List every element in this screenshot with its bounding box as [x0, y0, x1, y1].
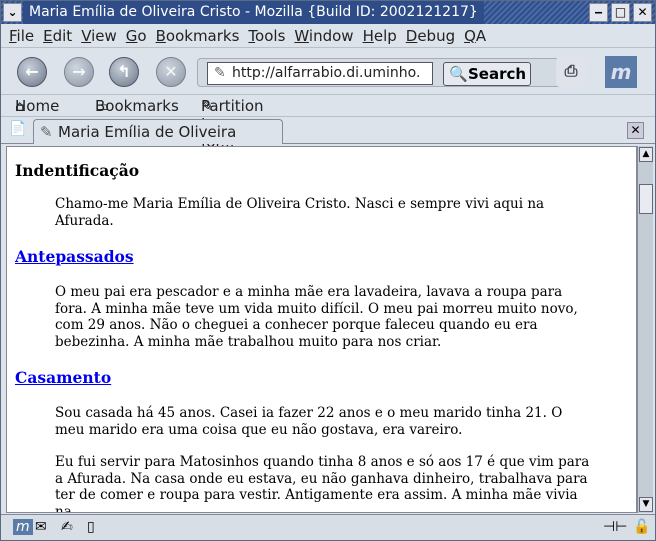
menu-bar: File Edit View Go Bookmarks Tools Window… [1, 24, 655, 48]
page-content: Indentificação Chamo-me Maria Emília de … [6, 146, 637, 513]
heading-antepassados: Antepassados [15, 247, 636, 266]
paragraph: Chamo-me Maria Emília de Oliveira Cristo… [55, 196, 545, 229]
mozilla-logo-icon[interactable]: m [605, 56, 637, 88]
menu-go[interactable]: Go [126, 27, 147, 45]
menu-edit[interactable]: Edit [43, 27, 72, 45]
print-icon[interactable]: ⎙ [556, 57, 586, 87]
menu-view[interactable]: View [81, 27, 117, 45]
personal-toolbar: ⌂ Home ▭Bookmarks ✎ Partition Image for.… [1, 95, 655, 151]
stop-button[interactable]: ✕ [156, 57, 186, 87]
tab-bar: 📄 ✎Maria Emília de Oliveira Cristo ✕ [1, 117, 655, 165]
minimize-button[interactable]: ‒ [589, 3, 608, 22]
search-label: Search [468, 65, 527, 83]
menu-help[interactable]: Help [363, 27, 397, 45]
paragraph: Eu fui servir para Matosinhos quando tin… [55, 454, 590, 513]
maximize-button[interactable]: □ [611, 3, 630, 22]
mail-icon[interactable]: ✉ [35, 519, 47, 535]
paragraph: Sou casada há 45 anos. Casei ia fazer 22… [55, 405, 563, 438]
search-icon: 🔍 [449, 65, 468, 83]
menu-qa[interactable]: QA [464, 27, 486, 45]
reload-button[interactable]: ↰ [109, 57, 139, 87]
url-text: http://alfarrabio.di.uminho. [232, 65, 421, 81]
new-tab-icon[interactable]: 📄 [9, 121, 26, 137]
vertical-scrollbar[interactable]: ▲ ▼ [637, 146, 653, 513]
url-input[interactable]: http://alfarrabio.di.uminho. ✎ [207, 62, 433, 85]
page-icon: ✎ [40, 123, 53, 141]
tab-active[interactable]: ✎Maria Emília de Oliveira Cristo [33, 119, 283, 165]
bookmarks-label: Bookmarks [95, 97, 179, 115]
navigator-icon[interactable]: m [13, 519, 33, 535]
security-lock-icon: 🔓 [633, 519, 651, 535]
menu-tools[interactable]: Tools [248, 27, 285, 45]
window-title: Maria Emília de Oliveira Cristo - Mozill… [23, 1, 484, 24]
close-button[interactable]: ✕ [633, 3, 652, 22]
link-antepassados[interactable]: Antepassados [15, 247, 134, 266]
window-menu-button[interactable]: ⌄ [3, 3, 22, 22]
forward-button[interactable]: → [64, 57, 94, 87]
back-button[interactable]: ← [17, 57, 47, 87]
paragraph: O meu pai era pescador e a minha mãe era… [55, 284, 578, 350]
heading-identificacao: Indentificação [15, 161, 140, 180]
browser-window: ⌄ Maria Emília de Oliveira Cristo - Mozi… [0, 0, 656, 541]
title-bar: ⌄ Maria Emília de Oliveira Cristo - Mozi… [1, 1, 655, 24]
scroll-down-button[interactable]: ▼ [639, 497, 653, 512]
close-tab-button[interactable]: ✕ [627, 122, 644, 139]
search-button[interactable]: 🔍 Search [443, 62, 531, 86]
menu-window[interactable]: Window [294, 27, 353, 45]
menu-debug[interactable]: Debug [406, 27, 455, 45]
menu-bookmarks[interactable]: Bookmarks [156, 27, 240, 45]
composer-icon[interactable]: ✍ [61, 519, 73, 535]
address-book-icon[interactable]: ▯ [87, 519, 95, 535]
status-bar: m ✉ ✍ ▯ ⊣⊢ 🔓 [1, 514, 655, 540]
heading-casamento: Casamento [15, 368, 636, 387]
scroll-thumb[interactable] [639, 184, 653, 214]
menu-file[interactable]: File [9, 27, 34, 45]
home-label: Home [15, 97, 60, 115]
page-icon: ✎ [214, 65, 226, 81]
link-casamento[interactable]: Casamento [15, 368, 111, 387]
online-icon[interactable]: ⊣⊢ [603, 519, 627, 535]
scroll-up-button[interactable]: ▲ [639, 147, 653, 162]
